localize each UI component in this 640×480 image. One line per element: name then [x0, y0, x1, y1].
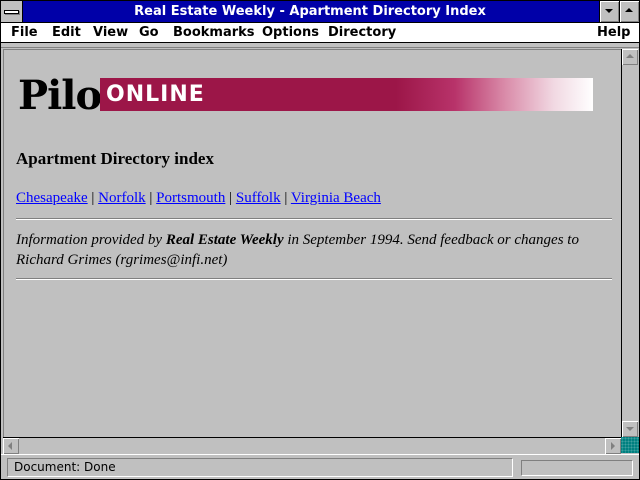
- logo-band: ONLINE: [100, 78, 593, 111]
- arrow-up-icon: [626, 54, 634, 58]
- menu-view[interactable]: View: [93, 24, 128, 41]
- menu-bookmarks[interactable]: Bookmarks: [173, 24, 255, 41]
- menu-file[interactable]: File: [11, 24, 38, 41]
- menu-bar: File Edit View Go Bookmarks Options Dire…: [1, 23, 639, 43]
- progress-bar: [521, 460, 633, 476]
- menu-options[interactable]: Options: [262, 24, 319, 41]
- system-menu-button[interactable]: [1, 1, 23, 22]
- minimize-icon: [605, 9, 613, 13]
- menu-help[interactable]: Help: [597, 24, 630, 41]
- arrow-down-icon: [626, 427, 634, 431]
- divider-top: [16, 218, 612, 220]
- pilot-online-logo[interactable]: Pilot ONLINE: [18, 76, 598, 120]
- link-separator: |: [91, 190, 95, 206]
- toolbar-strip: [1, 44, 639, 48]
- status-bar: Document: Done: [1, 454, 639, 479]
- logo-online-text: ONLINE: [106, 82, 205, 107]
- browser-window: Real Estate Weekly - Apartment Directory…: [0, 0, 640, 480]
- menu-edit[interactable]: Edit: [52, 24, 81, 41]
- link-separator: |: [229, 190, 233, 206]
- city-links: Chesapeake | Norfolk | Portsmouth | Suff…: [16, 190, 381, 207]
- link-norfolk[interactable]: Norfolk: [98, 190, 146, 206]
- scroll-right-button[interactable]: [605, 438, 621, 454]
- link-separator: |: [149, 190, 153, 206]
- system-menu-icon: [4, 10, 19, 14]
- info-paragraph: Information provided by Real Estate Week…: [16, 230, 612, 270]
- minimize-button[interactable]: [599, 1, 619, 22]
- link-chesapeake[interactable]: Chesapeake: [16, 190, 88, 206]
- arrow-left-icon: [8, 442, 12, 450]
- vertical-scrollbar[interactable]: [621, 49, 639, 437]
- status-text: Document: Done: [7, 458, 513, 477]
- scroll-down-button[interactable]: [622, 421, 638, 437]
- menu-directory[interactable]: Directory: [328, 24, 396, 41]
- link-portsmouth[interactable]: Portsmouth: [156, 190, 225, 206]
- info-prefix: Information provided by: [16, 232, 166, 248]
- link-suffolk[interactable]: Suffolk: [236, 190, 281, 206]
- maximize-icon: [625, 8, 633, 12]
- activity-indicator: [621, 437, 639, 453]
- scroll-left-button[interactable]: [3, 438, 19, 454]
- page-content: Pilot ONLINE Apartment Directory index C…: [3, 49, 621, 437]
- page-title: Apartment Directory index: [16, 149, 214, 168]
- link-virginia-beach[interactable]: Virginia Beach: [291, 190, 381, 206]
- title-bar[interactable]: Real Estate Weekly - Apartment Directory…: [1, 1, 639, 23]
- maximize-button[interactable]: [619, 1, 639, 22]
- horizontal-scrollbar[interactable]: [3, 437, 621, 454]
- link-separator: |: [284, 190, 288, 206]
- arrow-right-icon: [611, 442, 615, 450]
- window-title: Real Estate Weekly - Apartment Directory…: [134, 4, 486, 19]
- scroll-up-button[interactable]: [622, 49, 638, 65]
- divider-bottom: [16, 278, 612, 280]
- menu-go[interactable]: Go: [139, 24, 159, 41]
- info-source: Real Estate Weekly: [165, 232, 284, 248]
